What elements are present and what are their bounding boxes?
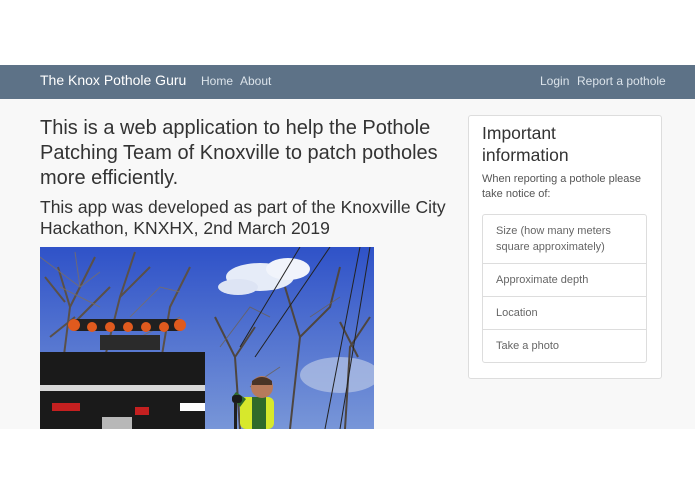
list-item-depth: Approximate depth <box>483 263 646 296</box>
list-item-location: Location <box>483 296 646 329</box>
panel-intro-text: When reporting a pothole please take not… <box>482 173 641 200</box>
brand-link[interactable]: The Knox Pothole Guru <box>40 72 186 88</box>
hackathon-subheading: This app was developed as part of the Kn… <box>40 197 446 238</box>
panel-title: Important information <box>482 123 569 165</box>
nav-about-link[interactable]: About <box>240 74 271 88</box>
important-info-panel: Important information When reporting a p… <box>468 115 662 379</box>
nav-home-link[interactable]: Home <box>201 74 233 88</box>
pothole-crew-photo <box>40 247 374 429</box>
nav-login-link[interactable]: Login <box>540 74 569 88</box>
page-heading: This is a web application to help the Po… <box>40 117 438 189</box>
list-item-size: Size (how many meters square approximate… <box>496 225 611 253</box>
checklist: Size (how many meters square approximate… <box>482 214 647 363</box>
list-item-photo: Take a photo <box>483 329 646 362</box>
nav-report-pothole-link[interactable]: Report a pothole <box>577 74 666 88</box>
main-content: This is a web application to help the Po… <box>0 99 695 429</box>
top-navbar: The Knox Pothole Guru Home About Login R… <box>0 65 695 99</box>
